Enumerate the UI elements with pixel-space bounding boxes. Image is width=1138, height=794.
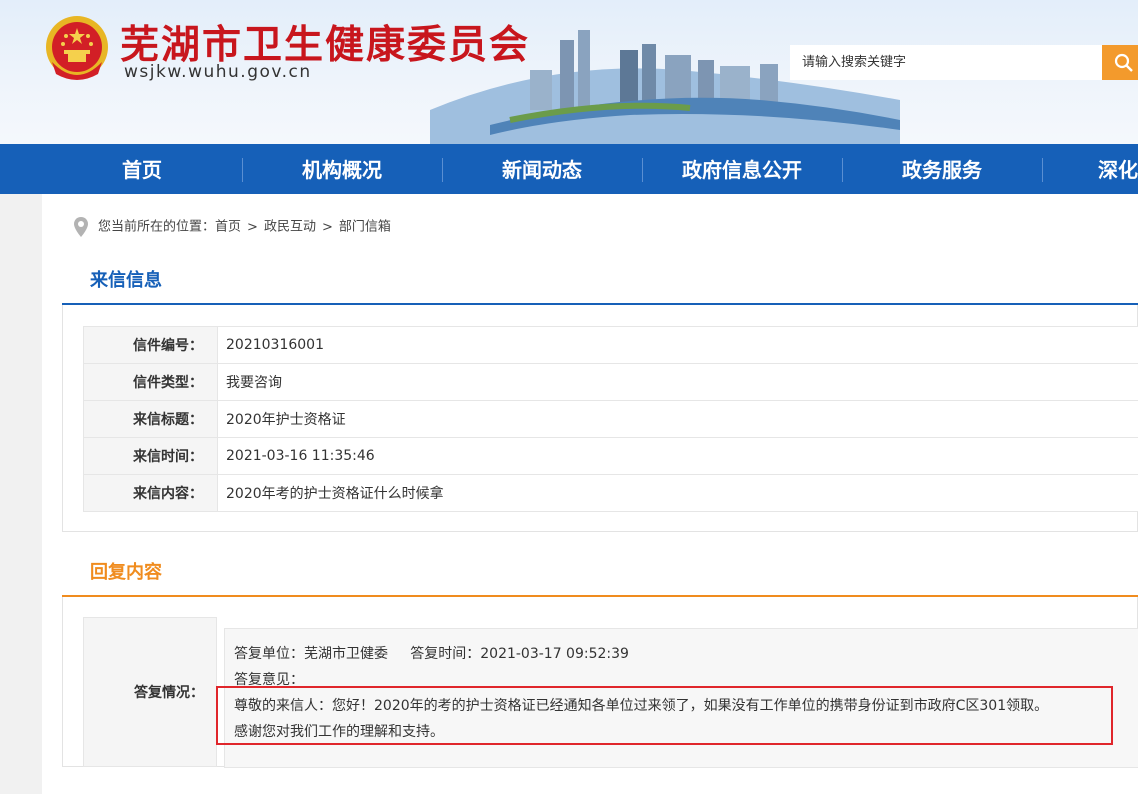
- table-row: 信件编号： 20210316001: [84, 327, 1138, 364]
- letter-time-value: 2021-03-16 11:35:46: [218, 438, 1138, 475]
- letter-content-value: 2020年考的护士资格证什么时候拿: [218, 475, 1138, 512]
- search-button[interactable]: [1102, 45, 1138, 80]
- search-icon: [1114, 53, 1134, 73]
- letter-type-label: 信件类型：: [84, 364, 218, 401]
- search-input[interactable]: [790, 45, 1104, 80]
- nav-item-news[interactable]: 新闻动态: [442, 144, 642, 194]
- letter-number-value: 20210316001: [218, 327, 1138, 364]
- letter-subject-label: 来信标题：: [84, 401, 218, 438]
- letter-type-value: 我要咨询: [218, 364, 1138, 401]
- table-row: 来信时间： 2021-03-16 11:35:46: [84, 438, 1138, 475]
- breadcrumb: 您当前所在的位置：首页 > 政民互动 > 部门信箱: [74, 217, 391, 237]
- reply-label-cell: 答复情况：: [83, 617, 217, 767]
- letter-number-label: 信件编号：: [84, 327, 218, 364]
- main-nav: 首页 机构概况 新闻动态 政府信息公开 政务服务 深化: [0, 144, 1138, 194]
- breadcrumb-mailbox[interactable]: 部门信箱: [339, 220, 391, 235]
- table-row: 信件类型： 我要咨询: [84, 364, 1138, 401]
- breadcrumb-interaction[interactable]: 政民互动: [264, 220, 316, 235]
- location-pin-icon: [74, 217, 88, 237]
- breadcrumb-home[interactable]: 首页: [215, 220, 241, 235]
- nav-item-gov-info[interactable]: 政府信息公开: [642, 144, 842, 194]
- breadcrumb-prefix: 您当前所在的位置：: [98, 220, 215, 235]
- nav-item-deepen[interactable]: 深化: [1042, 144, 1138, 194]
- letter-time-label: 来信时间：: [84, 438, 218, 475]
- letter-info-table: 信件编号： 20210316001 信件类型： 我要咨询 来信标题： 2020年…: [83, 326, 1138, 512]
- site-header: 芜湖市卫生健康委员会 wsjkw.wuhu.gov.cn: [0, 0, 1138, 144]
- nav-item-organization[interactable]: 机构概况: [242, 144, 442, 194]
- reply-status-label: 答复情况：: [84, 682, 204, 702]
- reply-meta: 答复单位：芜湖市卫健委 答复时间：2021-03-17 09:52:39: [234, 643, 629, 663]
- nav-item-services[interactable]: 政务服务: [842, 144, 1042, 194]
- nav-item-home[interactable]: 首页: [42, 144, 242, 194]
- reply-title: 回复内容: [90, 558, 162, 584]
- site-domain: wsjkw.wuhu.gov.cn: [124, 62, 312, 82]
- table-row: 来信内容： 2020年考的护士资格证什么时候拿: [84, 475, 1138, 512]
- breadcrumb-separator: >: [322, 220, 333, 235]
- letter-subject-value: 2020年护士资格证: [218, 401, 1138, 438]
- national-emblem-icon: [44, 14, 110, 84]
- letter-content-label: 来信内容：: [84, 475, 218, 512]
- table-row: 来信标题： 2020年护士资格证: [84, 401, 1138, 438]
- highlight-box: [216, 686, 1113, 745]
- letter-info-title: 来信信息: [90, 266, 162, 292]
- breadcrumb-separator: >: [247, 220, 258, 235]
